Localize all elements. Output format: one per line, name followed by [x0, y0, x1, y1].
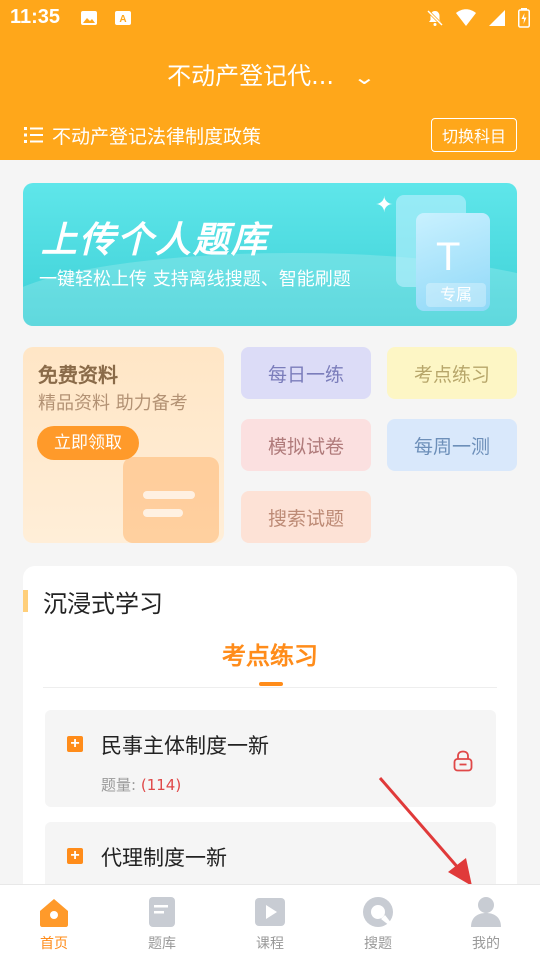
search-questions-button[interactable]: 搜索试题	[241, 491, 371, 543]
weekly-test-button[interactable]: 每周一测	[387, 419, 517, 471]
tab-home[interactable]: 首页	[0, 885, 108, 960]
tab-search-questions[interactable]: 搜题	[324, 885, 432, 960]
category-row: 不动产登记法律制度政策 切换科目	[24, 118, 517, 154]
lock-icon	[453, 750, 473, 772]
free-materials-card[interactable]: 免费资料 精品资料 助力备考 立即领取	[23, 347, 224, 543]
search-question-icon	[363, 897, 393, 927]
tab-question-bank[interactable]: 题库	[108, 885, 216, 960]
tab-courses[interactable]: 课程	[216, 885, 324, 960]
chapter-title: 民事主体制度一新	[101, 734, 269, 758]
banner-card-letter: T	[436, 235, 461, 279]
home-icon	[40, 899, 68, 927]
banner-title: 上传个人题库	[41, 220, 270, 261]
tab-label: 我的	[472, 936, 500, 952]
section-accent-bar	[23, 590, 28, 612]
claim-now-button[interactable]: 立即领取	[37, 426, 139, 460]
bottom-tab-bar: 首页 题库 课程 搜题 我的	[0, 884, 540, 960]
tab-label: 题库	[148, 936, 176, 952]
tab-label: 课程	[256, 936, 284, 952]
chevron-down-icon: ⌄	[352, 65, 377, 89]
immersive-study-section: 沉浸式学习 考点练习 + 民事主体制度一新 题量: (114) + 代理制度一新	[23, 566, 517, 896]
expand-plus-icon[interactable]: +	[67, 848, 83, 864]
daily-practice-button[interactable]: 每日一练	[241, 347, 371, 399]
tab-label: 首页	[40, 936, 68, 952]
expand-plus-icon[interactable]: +	[67, 736, 83, 752]
user-icon	[471, 897, 501, 927]
signal-icon	[489, 10, 505, 26]
subject-title: 不动产登记代...	[167, 62, 335, 90]
svg-text:A: A	[119, 14, 126, 25]
chapter-item[interactable]: + 民事主体制度一新 题量: (114)	[45, 710, 496, 807]
section-title: 沉浸式学习	[43, 590, 163, 618]
key-points-practice-button[interactable]: 考点练习	[387, 347, 517, 399]
sparkle-icon: ✦	[375, 193, 394, 218]
subject-selector[interactable]: 不动产登记代... ⌄	[0, 56, 540, 91]
chapter-title: 代理制度一新	[101, 846, 227, 870]
tab-key-points[interactable]: 考点练习	[23, 636, 517, 671]
category-title: 不动产登记法律制度政策	[52, 126, 262, 148]
banner-subtitle: 一键轻松上传 支持离线搜题、智能刷题	[39, 269, 351, 290]
document-icon	[123, 457, 219, 543]
tab-label: 搜题	[364, 936, 392, 952]
status-bar: 11:35 A	[0, 0, 540, 36]
battery-icon	[518, 8, 530, 28]
list-icon	[24, 127, 43, 143]
wifi-icon	[456, 9, 476, 26]
switch-subject-button[interactable]: 切换科目	[431, 118, 517, 152]
font-notification-icon: A	[115, 11, 131, 25]
question-bank-icon	[149, 897, 175, 927]
mute-bell-icon	[426, 9, 444, 27]
free-materials-title: 免费资料	[38, 363, 118, 387]
question-count: 题量: (114)	[101, 776, 182, 794]
play-icon	[255, 898, 285, 926]
mock-exam-button[interactable]: 模拟试卷	[241, 419, 371, 471]
upload-question-bank-banner[interactable]: 上传个人题库 一键轻松上传 支持离线搜题、智能刷题 ✦ T 专属	[23, 183, 517, 326]
header-bar: 11:35 A 不动产登记代... ⌄ 不动产登记法律制度政策 切换科目	[0, 0, 540, 160]
banner-card-tag: 专属	[426, 283, 486, 307]
status-time: 11:35	[10, 6, 61, 28]
active-tab-indicator	[259, 682, 283, 686]
tab-profile[interactable]: 我的	[432, 885, 540, 960]
divider	[43, 687, 497, 688]
free-materials-subtitle: 精品资料 助力备考	[38, 393, 188, 414]
image-notification-icon	[81, 11, 97, 25]
